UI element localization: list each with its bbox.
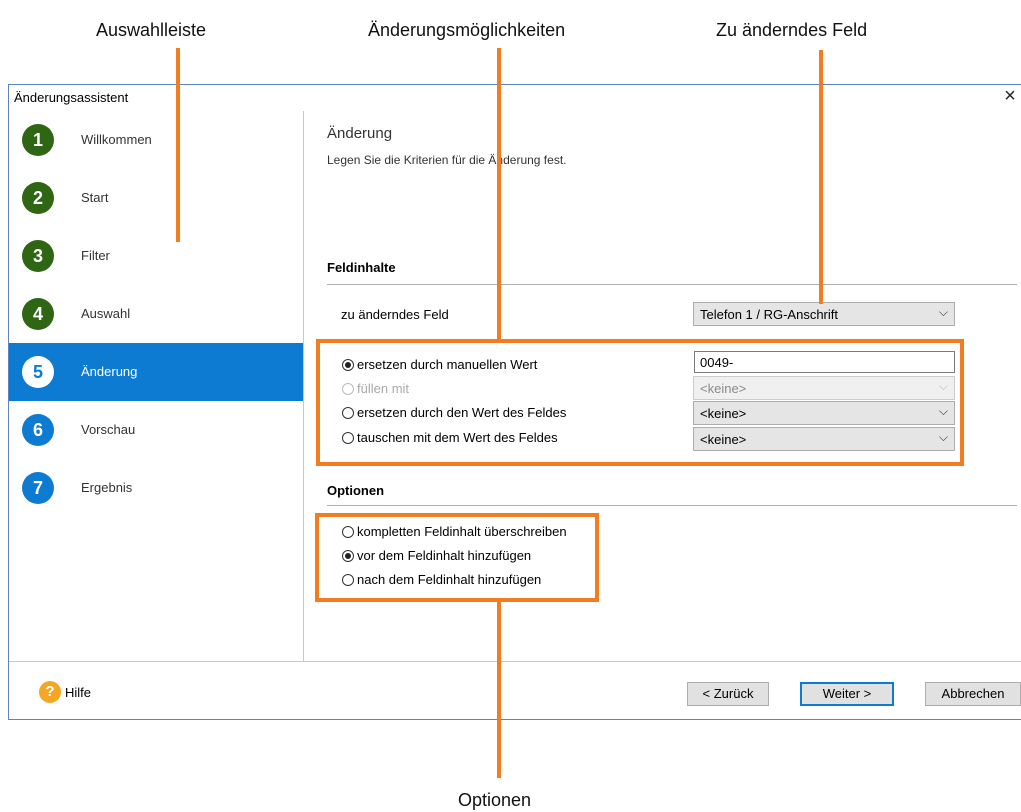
sidebar-item-start[interactable]: 2 Start bbox=[9, 169, 303, 227]
cancel-button[interactable]: Abbrechen bbox=[925, 682, 1021, 706]
sidebar-item-label: Ergebnis bbox=[81, 480, 133, 495]
sidebar-item-label: Filter bbox=[81, 248, 110, 263]
sidebar-item-label: Start bbox=[81, 190, 109, 205]
sidebar-item-willkommen[interactable]: 1 Willkommen bbox=[9, 111, 303, 169]
sidebar-item-ergebnis[interactable]: 7 Ergebnis bbox=[9, 459, 303, 517]
field-select[interactable]: Telefon 1 / RG-Anschrift ⌵ bbox=[693, 302, 955, 326]
chevron-down-icon: ⌵ bbox=[938, 305, 948, 319]
page-subtitle: Legen Sie die Kriterien für die Änderung… bbox=[327, 153, 567, 167]
window-title: Änderungsassistent bbox=[14, 90, 129, 105]
annotation-line-zu-aenderndes-feld bbox=[819, 50, 823, 304]
step-number-4: 4 bbox=[22, 298, 54, 330]
step-number-2: 2 bbox=[22, 182, 54, 214]
help-icon[interactable]: ? bbox=[39, 681, 61, 703]
sidebar-item-label: Willkommen bbox=[81, 132, 152, 147]
section-title-feldinhalte: Feldinhalte bbox=[327, 260, 396, 275]
annotation-optionen: Optionen bbox=[458, 790, 532, 810]
back-button[interactable]: < Zurück bbox=[687, 682, 769, 706]
step-sidebar: 1 Willkommen 2 Start 3 Filter 4 Auswahl … bbox=[9, 111, 303, 661]
annotation-aenderungsmoeglichkeiten: Änderungsmöglichkeiten bbox=[368, 20, 566, 40]
sidebar-item-vorschau[interactable]: 6 Vorschau bbox=[9, 401, 303, 459]
title-bar: Änderungsassistent × bbox=[9, 85, 1021, 111]
section-divider bbox=[327, 284, 1017, 285]
sidebar-item-label: Vorschau bbox=[81, 422, 136, 437]
annotation-box-optionen bbox=[315, 513, 599, 602]
step-number-5: 5 bbox=[22, 356, 54, 388]
step-number-3: 3 bbox=[22, 240, 54, 272]
close-icon[interactable]: × bbox=[999, 84, 1021, 110]
sidebar-item-auswahl[interactable]: 4 Auswahl bbox=[9, 285, 303, 343]
field-label: zu änderndes Feld bbox=[341, 307, 449, 322]
annotation-line-auswahlleiste bbox=[176, 48, 180, 242]
section-title-optionen: Optionen bbox=[327, 483, 385, 498]
section-divider bbox=[327, 505, 1017, 506]
sidebar-item-label: Auswahl bbox=[81, 306, 131, 321]
step-number-7: 7 bbox=[22, 472, 54, 504]
help-link[interactable]: Hilfe bbox=[65, 685, 91, 700]
step-number-1: 1 bbox=[22, 124, 54, 156]
sidebar-item-label: Änderung bbox=[81, 364, 138, 379]
next-button[interactable]: Weiter > bbox=[800, 682, 894, 706]
annotation-auswahlleiste: Auswahlleiste bbox=[96, 20, 207, 40]
annotation-box-aenderungsmoeglichkeiten bbox=[316, 339, 964, 466]
footer-divider bbox=[9, 661, 1021, 662]
annotation-line-aenderungsmoeglichkeiten bbox=[497, 48, 501, 342]
annotation-zu-aenderndes-feld: Zu änderndes Feld bbox=[716, 20, 868, 40]
sidebar-item-aenderung[interactable]: 5 Änderung bbox=[9, 343, 303, 401]
step-number-6: 6 bbox=[22, 414, 54, 446]
field-select-value: Telefon 1 / RG-Anschrift bbox=[700, 307, 838, 322]
page-title: Änderung bbox=[327, 125, 393, 142]
annotation-line-optionen bbox=[497, 600, 501, 778]
sidebar-item-filter[interactable]: 3 Filter bbox=[9, 227, 303, 285]
